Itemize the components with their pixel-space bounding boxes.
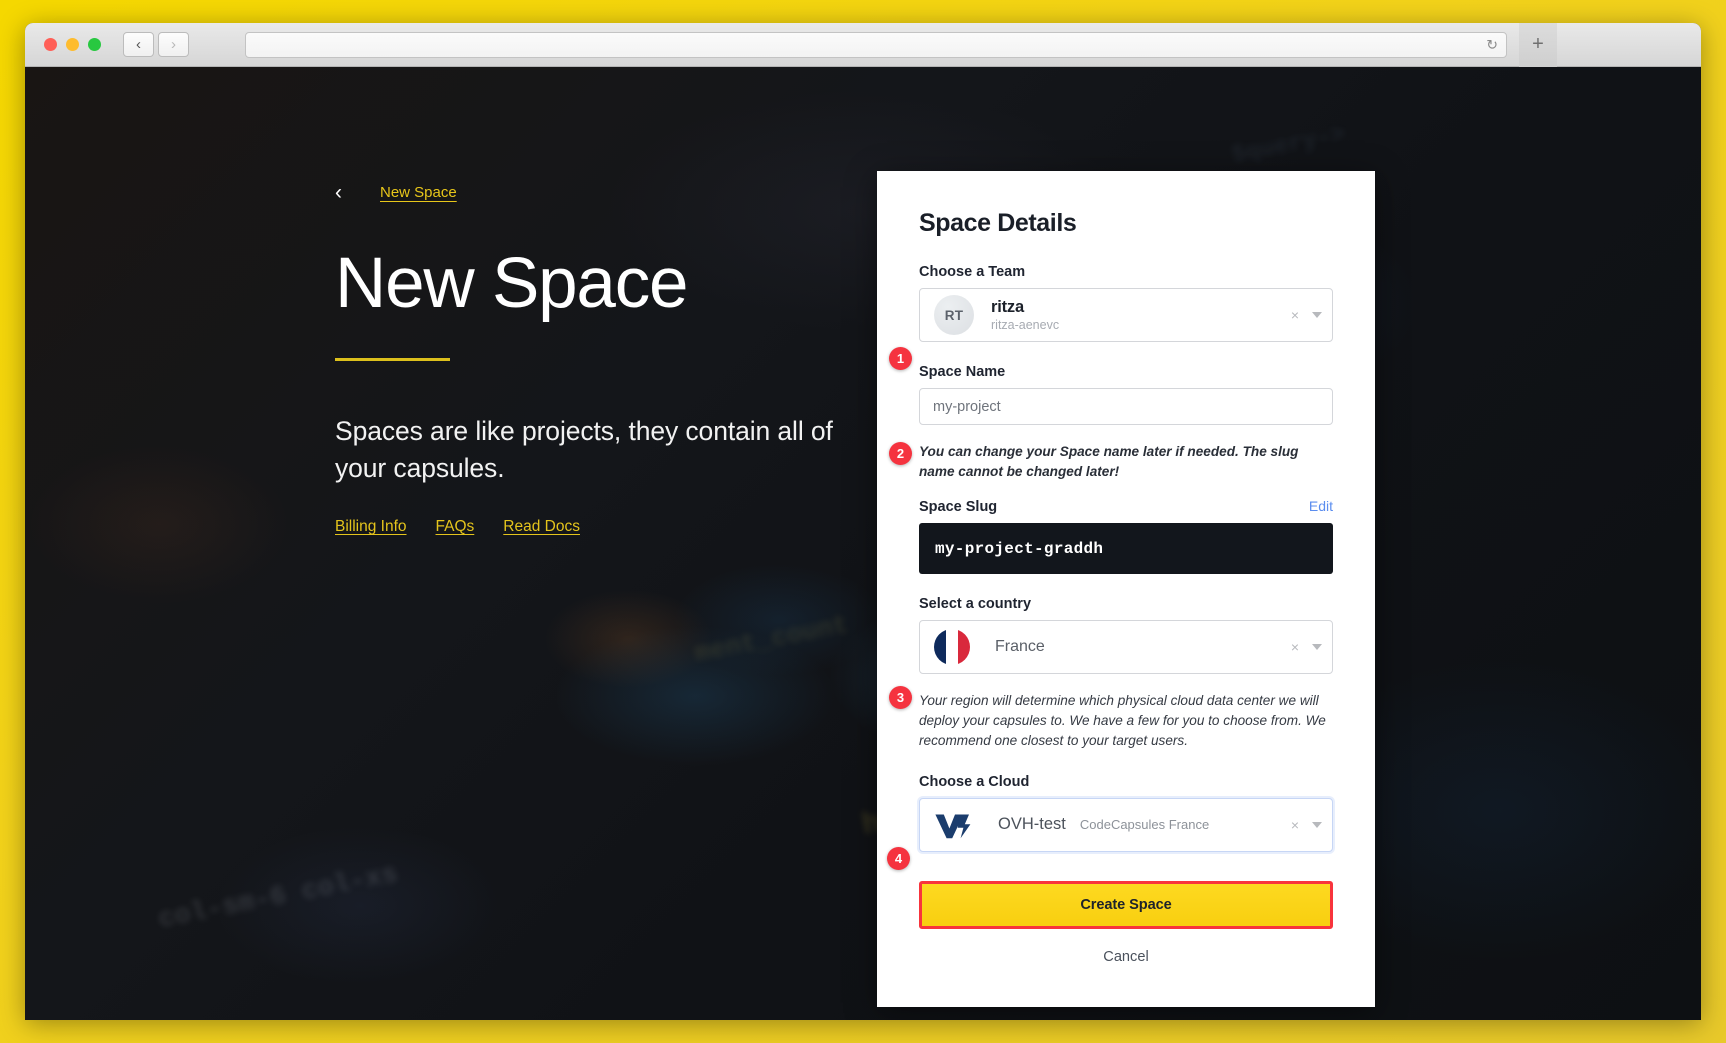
cloud-select-controls: ×	[1291, 799, 1322, 851]
avatar-initials: RT	[944, 307, 964, 323]
close-window-button[interactable]	[44, 38, 57, 51]
address-bar[interactable]: ↻	[245, 31, 1507, 58]
clear-icon[interactable]: ×	[1291, 640, 1299, 654]
breadcrumb-link-new-space[interactable]: New Space	[380, 184, 457, 201]
browser-window: ‹ › ↻ + t_counte_post(has_post_col-sm-6 …	[25, 23, 1701, 1020]
ovh-logo-icon	[935, 814, 971, 838]
team-slug: ritza-aenevc	[991, 318, 1060, 333]
flag-france-icon	[934, 629, 970, 666]
country-value: France	[995, 638, 1045, 656]
space-name-helper-text: You can change your Space name later if …	[919, 444, 1299, 480]
browser-titlebar: ‹ › ↻ +	[25, 23, 1701, 67]
card-title: Space Details	[919, 209, 1077, 237]
background-artwork	[25, 67, 1701, 1020]
space-name-input[interactable]	[919, 388, 1333, 425]
space-slug-label-row: Space Slug Edit	[919, 498, 1333, 515]
minimize-window-button[interactable]	[66, 38, 79, 51]
back-button[interactable]: ‹	[123, 32, 154, 57]
space-slug-value: my-project-graddh	[935, 539, 1104, 558]
cloud-description: CodeCapsules France	[1079, 817, 1210, 833]
space-slug-display: my-project-graddh	[919, 523, 1333, 575]
country-helper-text: Your region will determine which physica…	[919, 693, 1326, 749]
chevron-right-icon: ›	[171, 36, 176, 53]
cloud-select[interactable]: OVH-test CodeCapsules France ×	[919, 797, 1333, 852]
window-traffic-lights	[44, 38, 101, 51]
page-viewport: t_counte_post(has_post_col-sm-6 col-xsme…	[25, 67, 1701, 1020]
create-space-highlight: Create Space	[919, 880, 1333, 929]
link-billing-info[interactable]: Billing Info	[335, 518, 407, 536]
back-chevron-icon[interactable]: ‹	[335, 182, 342, 203]
forward-button[interactable]: ›	[158, 32, 189, 57]
label-select-a-country: Select a country	[919, 596, 1032, 613]
cloud-name: OVH-test	[998, 815, 1066, 834]
team-select-controls: ×	[1291, 289, 1322, 341]
clear-icon[interactable]: ×	[1291, 308, 1299, 322]
team-text-block: ritza ritza-aenevc	[991, 298, 1059, 333]
link-read-docs[interactable]: Read Docs	[503, 518, 580, 536]
avatar: RT	[934, 295, 974, 335]
country-select[interactable]: France ×	[919, 620, 1333, 675]
new-tab-button[interactable]: +	[1519, 23, 1557, 67]
chevron-down-icon[interactable]	[1312, 821, 1322, 828]
breadcrumb: ‹ New Space	[335, 177, 835, 207]
cancel-link[interactable]: Cancel	[919, 949, 1333, 965]
label-space-slug: Space Slug	[919, 499, 998, 516]
hero-section: ‹ New Space New Space Spaces are like pr…	[335, 177, 835, 536]
browser-nav-buttons: ‹ ›	[123, 32, 189, 57]
label-space-name: Space Name	[919, 364, 1006, 380]
reload-icon[interactable]: ↻	[1486, 36, 1498, 53]
title-underline-rule	[335, 357, 450, 361]
chevron-left-icon: ‹	[136, 36, 141, 53]
space-details-card: Space Details Choose a Team RT ritza rit…	[877, 171, 1375, 1007]
link-faqs[interactable]: FAQs	[436, 518, 475, 536]
yellow-backdrop: ‹ › ↻ + t_counte_post(has_post_col-sm-6 …	[0, 0, 1726, 1043]
hero-links: Billing Info FAQs Read Docs	[335, 518, 835, 536]
annotation-badge-1: 1	[889, 347, 912, 370]
create-space-button[interactable]: Create Space	[922, 883, 1330, 926]
page-title: New Space	[335, 244, 688, 323]
annotation-badge-4: 4	[887, 847, 910, 870]
team-name: ritza	[991, 297, 1024, 316]
maximize-window-button[interactable]	[88, 38, 101, 51]
chevron-down-icon[interactable]	[1312, 644, 1322, 651]
chevron-down-icon[interactable]	[1312, 312, 1322, 318]
label-choose-a-team: Choose a Team	[919, 264, 1026, 280]
annotation-badge-3: 3	[889, 686, 912, 709]
plus-icon: +	[1532, 33, 1544, 55]
edit-slug-link[interactable]: Edit	[1309, 498, 1333, 514]
clear-icon[interactable]: ×	[1291, 818, 1299, 832]
label-choose-a-cloud: Choose a Cloud	[919, 773, 1030, 790]
team-select[interactable]: RT ritza ritza-aenevc ×	[919, 288, 1333, 342]
annotation-badge-2: 2	[889, 442, 912, 465]
country-select-controls: ×	[1291, 621, 1322, 673]
hero-subtitle: Spaces are like projects, they contain a…	[335, 415, 833, 484]
